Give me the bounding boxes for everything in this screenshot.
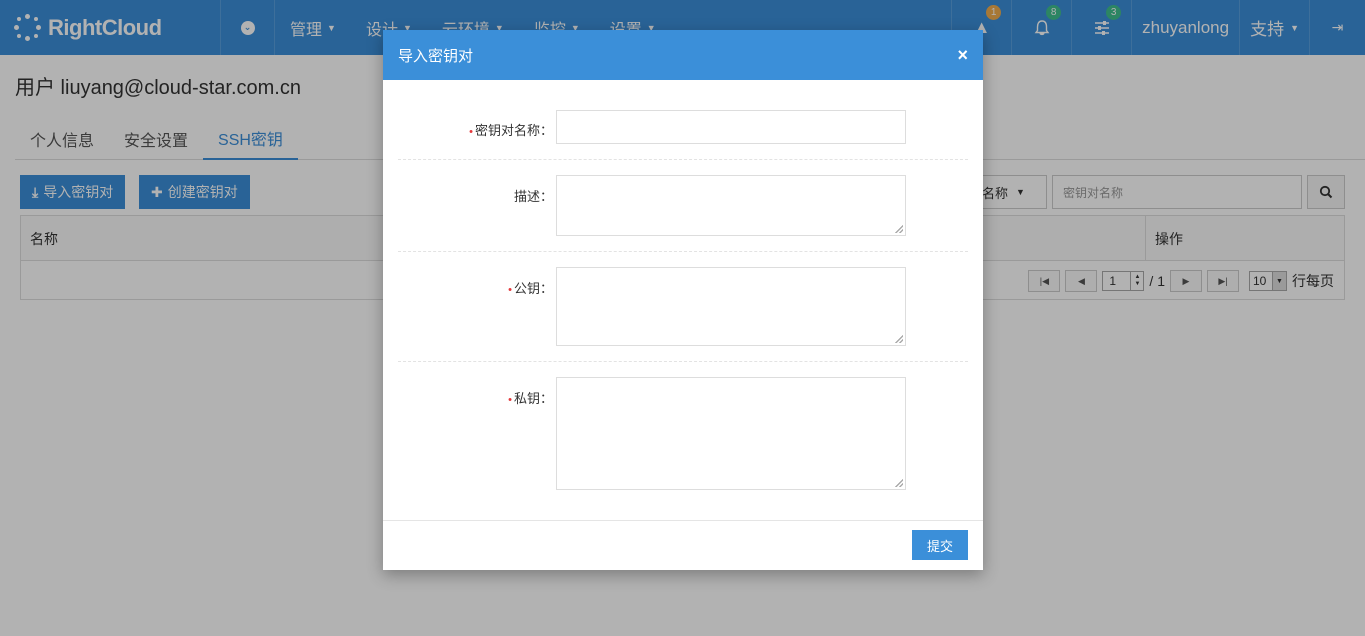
- resize-grip-icon[interactable]: [895, 479, 903, 487]
- keypair-name-label-text: 密钥对名称：: [474, 123, 553, 138]
- public-key-label: • 公钥：: [508, 278, 553, 297]
- close-icon[interactable]: ×: [957, 45, 968, 66]
- resize-grip-icon[interactable]: [895, 335, 903, 343]
- form-row-public-key: • 公钥：: [398, 252, 968, 362]
- submit-button[interactable]: 提交: [912, 530, 968, 560]
- dialog-title: 导入密钥对: [398, 47, 474, 65]
- private-key-label-text: 私钥：: [513, 391, 553, 406]
- required-mark: •: [469, 126, 473, 138]
- private-key-label: • 私钥：: [508, 388, 553, 407]
- form-row-private-key: • 私钥：: [398, 362, 968, 506]
- description-label: 描述：: [513, 189, 553, 204]
- private-key-textarea[interactable]: [556, 377, 906, 490]
- description-textarea[interactable]: [556, 175, 906, 236]
- form-row-description: 描述：: [398, 160, 968, 252]
- dialog-header: 导入密钥对 ×: [383, 30, 983, 80]
- public-key-label-text: 公钥：: [513, 281, 553, 296]
- form-row-keypair-name: • 密钥对名称：: [398, 80, 968, 160]
- required-mark: •: [508, 394, 512, 406]
- keypair-name-input[interactable]: [556, 110, 906, 144]
- dialog-footer: 提交: [383, 520, 983, 570]
- import-keypair-dialog: 导入密钥对 × • 密钥对名称： 描述： • 公钥： • 私钥： 提交: [383, 30, 983, 570]
- public-key-textarea[interactable]: [556, 267, 906, 346]
- required-mark: •: [508, 284, 512, 296]
- keypair-name-label: • 密钥对名称：: [469, 120, 553, 139]
- resize-grip-icon[interactable]: [895, 225, 903, 233]
